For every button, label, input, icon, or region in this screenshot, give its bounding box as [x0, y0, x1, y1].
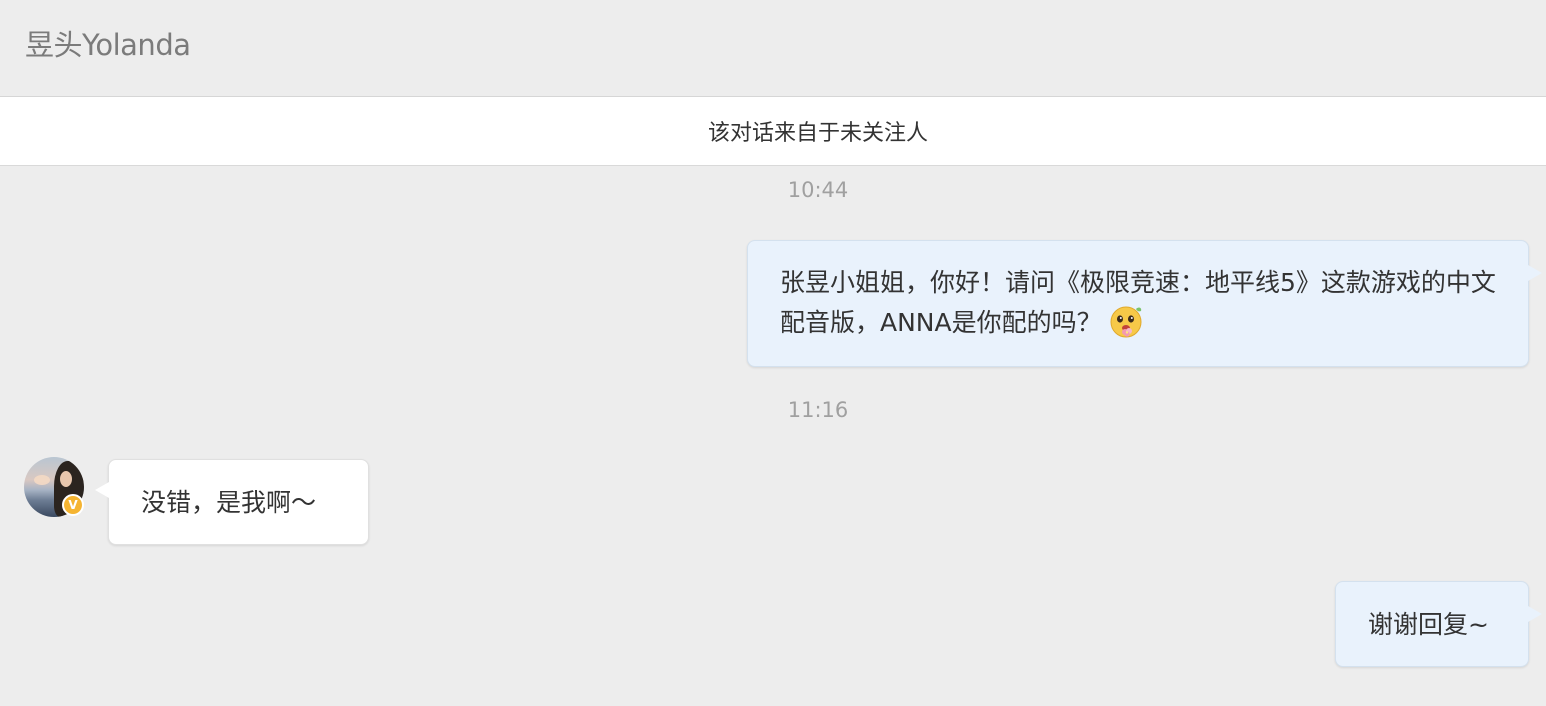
outgoing-message-bubble[interactable]: 张昱小姐姐，你好！请问《极限竞速：地平线5》这款游戏的中文配音版，ANNA是你配… — [747, 240, 1542, 367]
avatar-face — [60, 471, 72, 487]
flower-face-emoji-icon — [1110, 306, 1142, 338]
message-text: 没错，是我啊～ — [141, 488, 317, 517]
stranger-notice-text: 该对话来自于未关注人 — [707, 121, 928, 146]
message-timestamp: 10:44 — [787, 178, 849, 202]
message-text: 谢谢回复~ — [1368, 610, 1489, 639]
outgoing-message-bubble[interactable]: 谢谢回复~ — [1335, 581, 1542, 667]
incoming-message-bubble[interactable]: 没错，是我啊～ — [95, 459, 369, 545]
message-timestamp: 11:16 — [787, 398, 849, 422]
verified-badge-icon: V — [62, 494, 84, 516]
chat-header: 昱头Yolanda — [0, 0, 1546, 97]
stranger-notice-bar: 该对话来自于未关注人 — [0, 97, 1546, 166]
avatar-sun — [34, 475, 50, 485]
message-list[interactable]: 10:44 张昱小姐姐，你好！请问《极限竞速：地平线5》这款游戏的中文配音版，A… — [0, 166, 1546, 706]
contact-name[interactable]: 昱头Yolanda — [25, 26, 191, 64]
chat-window: 昱头Yolanda 该对话来自于未关注人 10:44 张昱小姐姐，你好！请问《极… — [0, 0, 1546, 706]
